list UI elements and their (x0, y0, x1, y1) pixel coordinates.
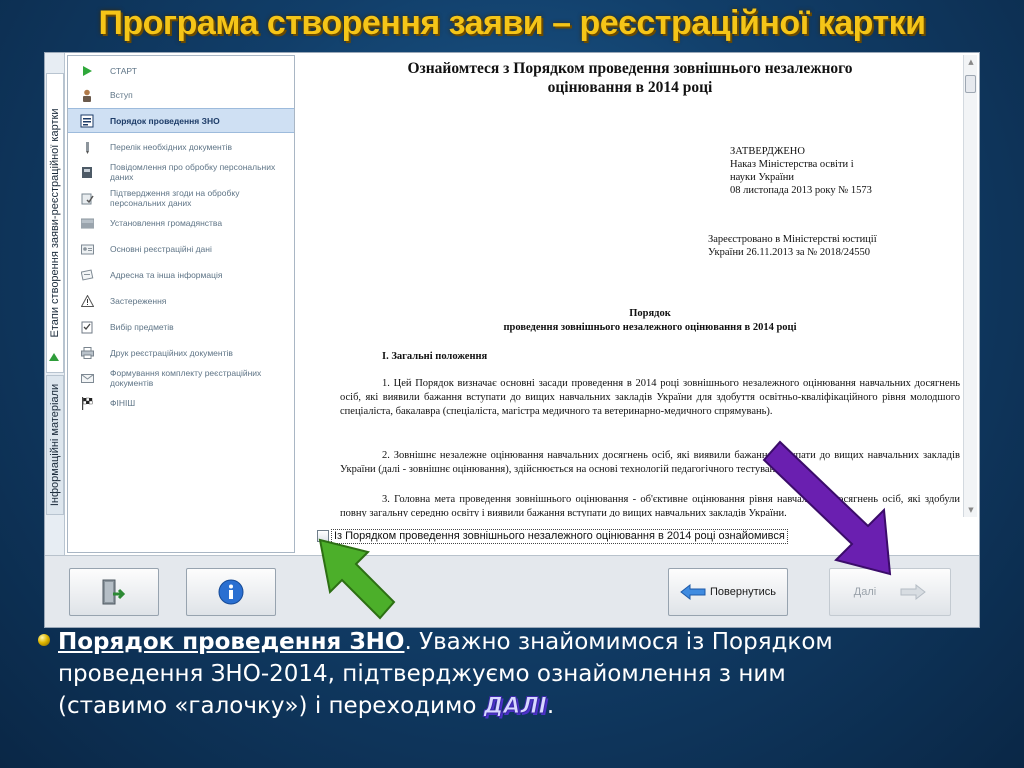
document-heading: Порядок проведення зовнішнього незалежно… (340, 307, 960, 335)
sidebar-item-label: СТАРТ (110, 66, 137, 76)
sidebar-item-consent[interactable]: Підтвердження згоди на обробку персональ… (68, 186, 294, 210)
tab-label: Інформаційні матеріали (49, 383, 61, 507)
tab-label: Етапи створення заяви-реєстраційної карт… (49, 108, 61, 338)
registration-block: Зареєстровано в Міністерстві юстиції Укр… (708, 233, 877, 259)
approval-block: ЗАТВЕРДЖЕНО Наказ Міністерства освіти і … (730, 145, 872, 197)
green-pointer-arrow-icon (318, 538, 396, 620)
caption-text: . Уважно знайомимося із Порядком (404, 629, 833, 655)
exit-door-icon (101, 578, 127, 606)
sidebar-item-label: Установлення громадянства (110, 218, 223, 228)
sidebar-item-label: Друк реєстраційних документів (110, 348, 233, 358)
info-button[interactable] (186, 568, 276, 616)
checklist-icon (80, 321, 94, 334)
document-icon (80, 114, 94, 127)
sidebar-item-label: Адресна та інша інформація (110, 270, 223, 280)
sidebar-item-label: Вибір предметів (110, 322, 174, 332)
play-icon (80, 65, 94, 78)
back-label: Повернутись (710, 586, 776, 598)
info-icon (218, 579, 244, 605)
registration-line: України 26.11.2013 за № 2018/24550 (708, 247, 871, 258)
sidebar-item-label: Основні реєстраційні дані (110, 244, 212, 254)
vertical-tab-strip: Етапи створення заяви-реєстраційної карт… (45, 53, 65, 555)
approval-line: ЗАТВЕРДЖЕНО (730, 146, 805, 157)
exit-button[interactable] (69, 568, 159, 616)
scroll-down-icon[interactable]: ▼ (964, 503, 978, 517)
heading-line: проведення зовнішнього незалежного оціню… (503, 322, 797, 333)
person-icon (80, 89, 94, 102)
sidebar-item-print[interactable]: Друк реєстраційних документів (68, 342, 294, 364)
sidebar-item-warning[interactable]: Застереження (68, 290, 294, 312)
sidebar-item-personal-data-notice[interactable]: Повідомлення про обробку персональних да… (68, 160, 294, 184)
caption-text: (ставимо «галочку») і переходимо (58, 693, 484, 719)
sidebar-item-main-data[interactable]: Основні реєстраційні дані (68, 238, 294, 260)
acknowledge-label[interactable]: Із Порядком проведення зовнішнього незал… (331, 528, 788, 544)
finish-flag-icon (80, 396, 94, 410)
heading-line: Порядок (629, 308, 671, 319)
sidebar-item-package[interactable]: Формування комплекту реєстраційних докум… (68, 366, 294, 390)
sidebar-item-intro[interactable]: Вступ (68, 84, 294, 106)
approval-line: 08 листопада 2013 року № 1573 (730, 185, 872, 196)
sidebar-item-subjects[interactable]: Вибір предметів (68, 316, 294, 338)
document-title: Ознайомтеся з Порядком проведення зовніш… (300, 59, 960, 97)
section-heading: I. Загальні положення (382, 351, 488, 362)
scroll-thumb[interactable] (965, 75, 976, 93)
sidebar-item-label: Вступ (110, 90, 133, 100)
bullet-icon (38, 634, 50, 646)
approval-line: науки України (730, 172, 795, 183)
tab-arrow-icon (49, 353, 59, 361)
flag-icon (80, 217, 94, 230)
caption-text: . (546, 693, 555, 719)
next-label: Далі (853, 586, 877, 598)
sidebar-item-label: ФІНІШ (110, 398, 136, 408)
sidebar-item-zno-procedure[interactable]: Порядок проведення ЗНО (68, 108, 294, 133)
pen-icon (80, 141, 94, 154)
sidebar-item-label: Повідомлення про обробку персональних да… (110, 162, 276, 182)
caption-link: Порядок проведення ЗНО (58, 629, 405, 655)
address-icon (80, 269, 94, 282)
caption-text: проведення ЗНО-2014, підтверджуємо ознай… (58, 661, 786, 687)
id-card-icon (80, 243, 94, 256)
next-arrow-icon (900, 584, 927, 600)
sidebar: СТАРТ Вступ Порядок проведення ЗНО Перел… (67, 55, 295, 553)
document-title-line: Ознайомтеся з Порядком проведення зовніш… (407, 60, 853, 77)
sidebar-item-label: Застереження (110, 296, 167, 306)
sidebar-item-label: Перелік необхідних документів (110, 142, 233, 152)
sidebar-item-address[interactable]: Адресна та інша інформація (68, 264, 294, 286)
slide-title: Програма створення заяви – реєстраційної… (98, 4, 926, 42)
purple-pointer-arrow-icon (762, 440, 892, 576)
registration-line: Зареєстровано в Міністерстві юстиції (708, 234, 877, 245)
sidebar-item-label: Порядок проведення ЗНО (110, 115, 220, 126)
tab-registration-stages[interactable]: Етапи створення заяви-реєстраційної карт… (46, 73, 64, 373)
document-scrollbar[interactable]: ▲ ▼ (963, 55, 977, 517)
document-title-line: оцінювання в 2014 році (547, 79, 713, 96)
sidebar-item-finish[interactable]: ФІНІШ (68, 392, 294, 414)
sidebar-item-documents-list[interactable]: Перелік необхідних документів (68, 136, 294, 158)
sidebar-item-label: Формування комплекту реєстраційних докум… (110, 368, 262, 388)
warning-icon (80, 295, 94, 308)
sidebar-item-label: Підтвердження згоди на обробку персональ… (110, 188, 240, 208)
scroll-up-icon[interactable]: ▲ (964, 55, 978, 69)
tab-info-materials[interactable]: Інформаційні матеріали (46, 375, 64, 515)
notebook-icon (80, 166, 94, 179)
slide-caption: Порядок проведення ЗНО. Уважно знайомимо… (58, 626, 988, 723)
approval-line: Наказ Міністерства освіти і (730, 159, 854, 170)
consent-icon (80, 192, 94, 205)
printer-icon (80, 347, 94, 360)
envelope-icon (80, 372, 94, 385)
sidebar-item-start[interactable]: СТАРТ (68, 60, 294, 82)
paragraph-1: 1. Цей Порядок визначає основні засади п… (340, 378, 960, 417)
next-word-highlight: ДАЛІ (483, 694, 547, 720)
back-arrow-icon (680, 584, 706, 600)
sidebar-item-citizenship[interactable]: Установлення громадянства (68, 212, 294, 234)
